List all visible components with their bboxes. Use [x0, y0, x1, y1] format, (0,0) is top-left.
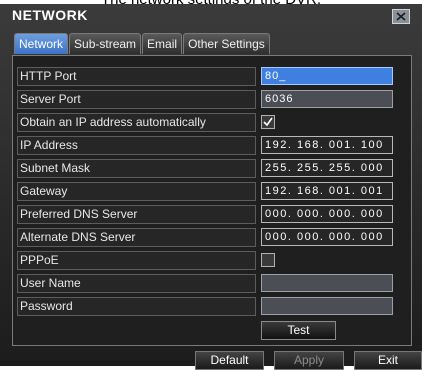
ip-address-input[interactable]: 192. 168. 001. 100	[261, 136, 393, 154]
http-port-row: HTTP Port 80_	[17, 67, 407, 86]
server-port-label: Server Port	[17, 90, 256, 109]
subnet-mask-row: Subnet Mask 255. 255. 255. 000	[17, 159, 407, 178]
ip-address-row: IP Address 192. 168. 001. 100	[17, 136, 407, 155]
preferred-dns-input[interactable]: 000. 000. 000. 000	[261, 205, 393, 223]
network-settings-panel: HTTP Port 80_ Server Port 6036 Obtain an…	[12, 55, 412, 346]
tab-bar: Network Sub-stream Email Other Settings	[14, 33, 271, 55]
tab-email[interactable]: Email	[142, 33, 183, 54]
apply-button[interactable]: Apply	[274, 351, 344, 370]
password-input[interactable]	[261, 297, 393, 315]
tab-sub-stream[interactable]: Sub-stream	[69, 33, 142, 54]
tab-other-settings[interactable]: Other Settings	[183, 33, 270, 54]
exit-button[interactable]: Exit	[354, 351, 422, 370]
pppoe-label: PPPoE	[17, 251, 256, 270]
check-icon	[262, 116, 274, 128]
ip-address-label: IP Address	[17, 136, 256, 155]
gateway-row: Gateway 192. 168. 001. 001	[17, 182, 407, 201]
preferred-dns-row: Preferred DNS Server 000. 000. 000. 000	[17, 205, 407, 224]
alternate-dns-input[interactable]: 000. 000. 000. 000	[261, 228, 393, 246]
alternate-dns-row: Alternate DNS Server 000. 000. 000. 000	[17, 228, 407, 247]
http-port-input[interactable]: 80_	[261, 67, 393, 85]
subnet-mask-input[interactable]: 255. 255. 255. 000	[261, 159, 393, 177]
alternate-dns-label: Alternate DNS Server	[17, 228, 256, 247]
gateway-input[interactable]: 192. 168. 001. 001	[261, 182, 393, 200]
close-icon	[396, 12, 406, 21]
network-dialog: NETWORK Network Sub-stream Email Other S…	[0, 4, 422, 370]
default-button[interactable]: Default	[195, 351, 264, 370]
close-button[interactable]	[392, 9, 410, 24]
http-port-label: HTTP Port	[17, 67, 256, 86]
password-label: Password	[17, 297, 256, 316]
user-name-input[interactable]	[261, 274, 393, 292]
subnet-mask-label: Subnet Mask	[17, 159, 256, 178]
user-name-label: User Name	[17, 274, 256, 293]
test-row: Test	[17, 321, 407, 340]
pppoe-checkbox[interactable]	[261, 253, 275, 267]
password-row: Password	[17, 297, 407, 316]
pppoe-row: PPPoE	[17, 251, 407, 270]
server-port-input[interactable]: 6036	[261, 90, 393, 108]
server-port-row: Server Port 6036	[17, 90, 407, 109]
window-title: NETWORK	[12, 7, 88, 23]
user-name-row: User Name	[17, 274, 407, 293]
obtain-ip-label: Obtain an IP address automatically	[17, 113, 256, 132]
test-button[interactable]: Test	[261, 321, 336, 340]
tab-network[interactable]: Network	[14, 33, 69, 54]
gateway-label: Gateway	[17, 182, 256, 201]
obtain-ip-row: Obtain an IP address automatically	[17, 113, 407, 132]
preferred-dns-label: Preferred DNS Server	[17, 205, 256, 224]
obtain-ip-checkbox[interactable]	[261, 115, 275, 129]
